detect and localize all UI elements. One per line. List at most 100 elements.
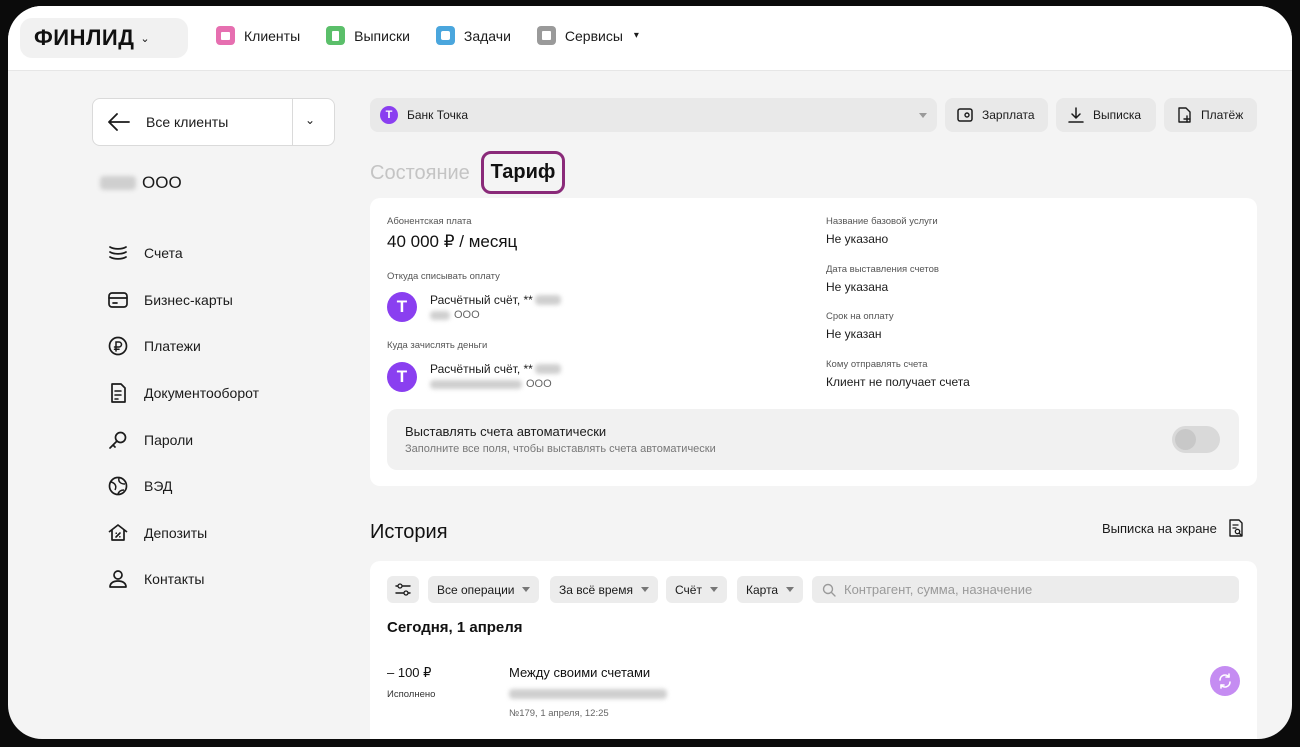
nav-item-label: Клиенты [244,27,301,44]
recipient-value: Клиент не получает счета [826,375,970,389]
chevron-down-icon[interactable]: ⌄ [305,113,315,127]
logo-menu-button[interactable]: ФИНЛИД ⌄ [20,18,188,58]
sidebar-item-business-cards[interactable]: Бизнес-карты [106,277,259,324]
all-clients-selector[interactable]: Все клиенты ⌄ [92,98,335,146]
sidebar-item-label: Счета [144,245,183,262]
sidebar-item-contacts[interactable]: Контакты [106,556,259,603]
nav-item-services[interactable]: Сервисы ▾ [536,26,639,45]
filter-label: За всё время [559,582,633,597]
caret-down-icon [640,587,649,592]
new-document-icon [1178,107,1191,123]
billing-date-label: Дата выставления счетов [826,264,939,275]
sidebar-item-passwords[interactable]: Пароли [106,416,259,463]
history-title: История [370,521,448,543]
history-search-input[interactable]: Контрагент, сумма, назначение [812,576,1239,603]
payment-term-label: Срок на оплату [826,311,894,322]
from-account[interactable]: Расчётный счёт, ** [430,293,561,307]
sidebar-item-label: Пароли [144,431,194,448]
sidebar-item-deposits[interactable]: Депозиты [106,510,259,557]
caret-down-icon [709,587,718,592]
download-icon [1068,107,1084,123]
sidebar-item-accounts[interactable]: Счета [106,230,259,277]
fee-value: 40 000 ₽ / месяц [387,232,518,251]
tariff-card: Абонентская плата 40 000 ₽ / месяц Откуд… [370,198,1257,486]
wallet-icon [957,108,973,122]
bank-logo-icon: Т [387,362,417,392]
nav-item-tasks[interactable]: Задачи [435,26,511,45]
statement-label: Выписка [1093,108,1142,122]
payment-label: Платёж [1201,108,1244,122]
auto-billing-title: Выставлять счета автоматически [405,424,607,439]
tab-tariff[interactable]: Тариф [481,151,565,194]
filter-settings-button[interactable] [387,576,419,603]
main-nav: Клиенты Выписки Задачи Сервисы ▾ [216,26,639,45]
toggle-knob [1175,429,1196,450]
from-account-label: Откуда списывать оплату [387,271,500,282]
redacted-text [430,310,450,320]
nav-item-statements[interactable]: Выписки [326,26,410,45]
history-card: Все операции За всё время Счёт Карта Кон… [370,561,1257,739]
sidebar-item-documents[interactable]: Документооборот [106,370,259,417]
date-heading: Сегодня, 1 апреля [387,619,523,636]
accounts-icon [109,246,127,261]
top-navigation: ФИНЛИД ⌄ Клиенты Выписки Задачи Сервисы … [8,6,1292,71]
from-account-owner: ООО [430,309,480,321]
statement-on-screen-link[interactable]: Выписка на экране [1102,518,1245,538]
contact-icon [109,570,127,589]
divider [292,99,293,145]
period-filter[interactable]: За всё время [550,576,658,603]
operation-status: Исполнено [387,689,436,700]
auto-billing-hint: Заполните все поля, чтобы выставлять сче… [405,443,716,455]
bank-logo-icon: Т [380,106,398,124]
statement-on-screen-label: Выписка на экране [1102,520,1217,536]
sidebar-item-payments[interactable]: Платежи [106,323,259,370]
grid-icon [536,26,556,45]
sidebar-menu: Счета Бизнес-карты Платежи Документообор… [106,230,259,603]
statement-button[interactable]: Выписка [1056,98,1156,132]
card-filter[interactable]: Карта [737,576,804,603]
sidebar-item-label: ВЭД [144,478,173,495]
operation-meta: №179, 1 апреля, 12:25 [509,708,609,719]
sidebar-item-label: Бизнес-карты [144,291,233,308]
tasks-icon [435,26,455,45]
key-icon [109,431,127,449]
operation-title: Между своими счетами [509,665,651,680]
recipient-label: Кому отправлять счета [826,359,928,370]
bank-selector[interactable]: Т Банк Точка [370,98,937,132]
nav-item-label: Сервисы [564,27,623,44]
redacted-text [509,689,667,699]
caret-down-icon [786,587,795,592]
payments-icon [108,337,128,356]
deposit-icon [108,524,128,541]
redacted-text [534,295,561,305]
fee-label: Абонентская плата [387,216,472,227]
sidebar-item-label: Документооборот [144,385,260,402]
sidebar-item-foreign-trade[interactable]: ВЭД [106,463,259,510]
caret-down-icon [919,113,927,118]
filter-label: Счёт [675,582,702,597]
globe-icon [108,476,128,496]
payment-button[interactable]: Платёж [1164,98,1257,132]
sliders-icon [395,582,411,596]
bank-name: Банк Точка [407,108,469,122]
redacted-text [534,364,561,374]
account-filter[interactable]: Счёт [666,576,727,603]
document-icon [326,26,346,45]
transfer-icon [1210,666,1240,696]
operations-filter[interactable]: Все операции [428,576,540,603]
nav-item-clients[interactable]: Клиенты [216,26,300,45]
redacted-text [100,176,136,190]
auto-billing-panel: Выставлять счета автоматически Заполните… [387,409,1239,470]
sidebar-item-label: Платежи [144,338,201,355]
salary-label: Зарплата [982,108,1035,122]
card-icon [108,292,128,308]
tab-state[interactable]: Состояние [370,162,470,185]
salary-button[interactable]: Зарплата [945,98,1048,132]
sidebar-item-label: Депозиты [144,524,208,541]
document-search-icon [1229,519,1243,537]
chevron-down-icon: ⌄ [140,32,150,45]
to-account[interactable]: Расчётный счёт, ** [430,362,561,376]
logo: ФИНЛИД [34,25,135,50]
auto-billing-toggle[interactable] [1172,426,1220,453]
client-legal-form: ООО [142,173,182,192]
